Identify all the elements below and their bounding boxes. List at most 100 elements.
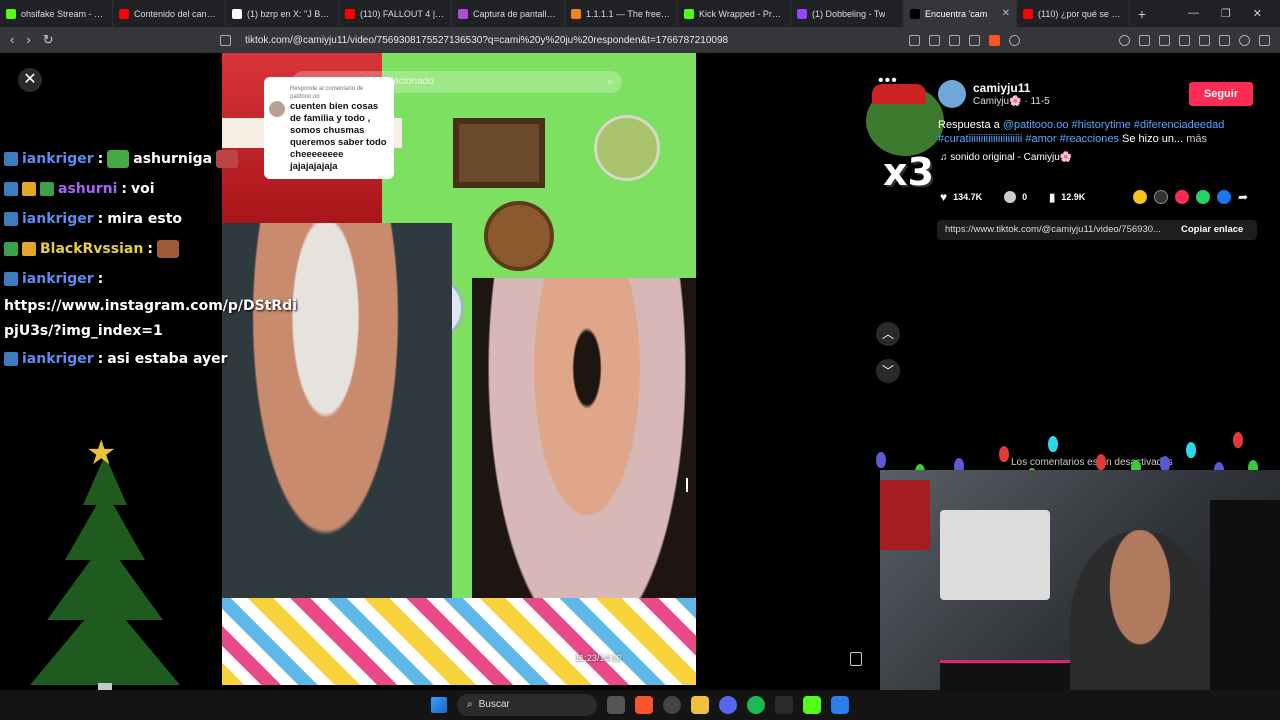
back-icon[interactable]: ‹ <box>10 32 14 48</box>
wall-plate <box>484 201 554 271</box>
tab-favicon-icon <box>1023 8 1033 19</box>
author-avatar[interactable] <box>938 80 966 108</box>
browser-tab[interactable]: (110) ¿por qué se hace <box>1017 0 1130 27</box>
tab-label: Kick Wrapped - Proce <box>699 8 784 19</box>
repost-icon[interactable] <box>1175 190 1189 204</box>
window-controls: — ❐ ✕ <box>1188 7 1280 20</box>
browser-tab[interactable]: Kick Wrapped - Proce <box>678 0 791 27</box>
badge-icon <box>4 182 18 196</box>
cast-icon[interactable] <box>929 34 940 46</box>
browser-tab[interactable]: (1) Dobbeling - Tw <box>791 0 904 27</box>
forward-icon[interactable]: › <box>26 32 30 48</box>
task-view-icon[interactable] <box>607 696 625 714</box>
browser-tab[interactable]: (110) FALLOUT 4 | PRI <box>339 0 452 27</box>
chat-link[interactable]: https://www.instagram.com/p/DStRdipjU3s/… <box>4 294 304 344</box>
discord-icon[interactable] <box>719 696 737 714</box>
close-window-icon[interactable]: ✕ <box>1253 7 1262 20</box>
share-arrow-icon[interactable]: ➦ <box>1238 190 1252 204</box>
translate-icon[interactable] <box>949 34 960 46</box>
heart-icon[interactable]: ♥ <box>940 190 947 204</box>
browser-tab[interactable]: 1.1.1.1 — The free app <box>565 0 678 27</box>
share-icon[interactable] <box>969 34 980 46</box>
tablecloth <box>222 598 696 685</box>
reload-icon[interactable]: ↻ <box>43 32 54 48</box>
app-icon[interactable] <box>775 696 793 714</box>
wallet-icon[interactable] <box>1199 34 1210 46</box>
badge-icon <box>22 182 36 196</box>
more-button[interactable]: más <box>1186 133 1207 145</box>
chat-separator: : <box>97 351 104 367</box>
chat-separator: : <box>97 151 104 167</box>
store-icon[interactable] <box>831 696 849 714</box>
follow-button[interactable]: Seguir <box>1189 82 1253 106</box>
file-explorer-icon[interactable] <box>691 696 709 714</box>
extension-icon[interactable] <box>1119 34 1130 46</box>
windows-start-icon[interactable] <box>431 697 447 713</box>
media-icon[interactable] <box>1159 34 1170 46</box>
next-video-button[interactable]: ﹀ <box>876 359 900 383</box>
browser-tab[interactable]: (1) bzrp en X: "J BALVI <box>226 0 339 27</box>
minimize-icon[interactable]: — <box>1188 7 1199 20</box>
sound-name[interactable]: sonido original - Camiyju🌸 <box>950 152 1072 163</box>
engagement-stats: ♥ 134.7K 0 ▮ 12.9K <box>940 190 1085 204</box>
search-icon[interactable]: ⌕ <box>607 74 614 89</box>
reader-icon[interactable] <box>909 34 920 46</box>
tab-favicon-icon <box>119 8 129 19</box>
leo-icon[interactable] <box>1239 34 1250 46</box>
previous-video-button[interactable]: ︿ <box>876 322 900 346</box>
taskbar-search[interactable]: ⌕ Buscar <box>457 694 597 716</box>
copy-link-button[interactable]: Copiar enlace <box>1181 224 1243 235</box>
chat-text: asi estaba ayer <box>107 351 228 367</box>
maximize-icon[interactable]: ❐ <box>1221 7 1231 20</box>
facebook-icon[interactable] <box>1217 190 1231 204</box>
tab-favicon-icon <box>797 8 807 19</box>
search-icon: ⌕ <box>467 699 473 710</box>
bookmark-icon[interactable] <box>220 34 231 46</box>
kick-icon[interactable] <box>803 696 821 714</box>
coin-icon[interactable] <box>1133 190 1147 204</box>
light-bulb <box>1096 454 1106 470</box>
video-link-text: https://www.tiktok.com/@camiyju11/video/… <box>945 224 1161 235</box>
badge-icon <box>4 212 18 226</box>
brave-shields-icon[interactable] <box>989 34 1000 46</box>
mention-link[interactable]: @patitooo.oo <box>1003 119 1069 131</box>
tab-label: Contenido del canal - <box>134 8 219 19</box>
picture-in-picture-icon[interactable] <box>850 652 862 666</box>
chat-message: iankriger : ashurniga <box>4 144 304 174</box>
comments-disabled-notice: Los comentarios están desactivados <box>1011 457 1173 468</box>
close-tab-icon[interactable]: ✕ <box>1002 8 1010 19</box>
chat-text: mira esto <box>107 211 183 227</box>
spotify-icon[interactable] <box>747 696 765 714</box>
sound-line[interactable]: ♫ sonido original - Camiyju🌸 <box>940 152 1072 163</box>
url-field[interactable]: tiktok.com/@camiyju11/video/756930817552… <box>245 35 728 46</box>
close-video-button[interactable]: ✕ <box>18 68 42 92</box>
chat-username: iankriger <box>22 271 94 287</box>
browser-tab[interactable]: Encuentra 'cam ✕ <box>904 0 1017 27</box>
menu-icon[interactable] <box>1259 34 1270 46</box>
chat-message: ashurni : voi <box>4 174 304 204</box>
browser-tab[interactable]: Contenido del canal - <box>113 0 226 27</box>
sidebar-icon[interactable] <box>1179 34 1190 46</box>
obs-icon[interactable] <box>663 696 681 714</box>
comment-icon[interactable] <box>1004 191 1017 203</box>
browser-tab[interactable]: ohsifake Stream - Wat <box>0 0 113 27</box>
chat-username: iankriger <box>22 211 94 227</box>
chat-text[interactable]: https://www.instagram.com/p/DStRdipjU3s/… <box>4 294 304 344</box>
vpn-icon[interactable] <box>1219 34 1230 46</box>
new-tab-button[interactable]: + <box>1130 6 1154 22</box>
brave-icon[interactable] <box>635 696 653 714</box>
reply-header: Responde al comentario de patitooo.oo <box>290 86 364 100</box>
address-bar: ‹ › ↻ tiktok.com/@camiyju11/video/756930… <box>0 27 1280 53</box>
chat-separator: : <box>147 241 153 257</box>
emote-icon <box>107 150 130 168</box>
extensions-icon[interactable] <box>1139 34 1150 46</box>
music-note-icon: ♫ <box>940 152 951 163</box>
description-prefix: Respuesta a <box>938 119 1000 131</box>
light-bulb <box>876 452 886 468</box>
author-username[interactable]: camiyju11 <box>973 81 1030 95</box>
bookmark-icon[interactable]: ▮ <box>1049 191 1055 204</box>
whatsapp-icon[interactable] <box>1196 190 1210 204</box>
rewards-icon[interactable] <box>1009 34 1020 46</box>
embed-icon[interactable] <box>1154 190 1168 204</box>
browser-tab[interactable]: Captura de pantalla p <box>452 0 565 27</box>
